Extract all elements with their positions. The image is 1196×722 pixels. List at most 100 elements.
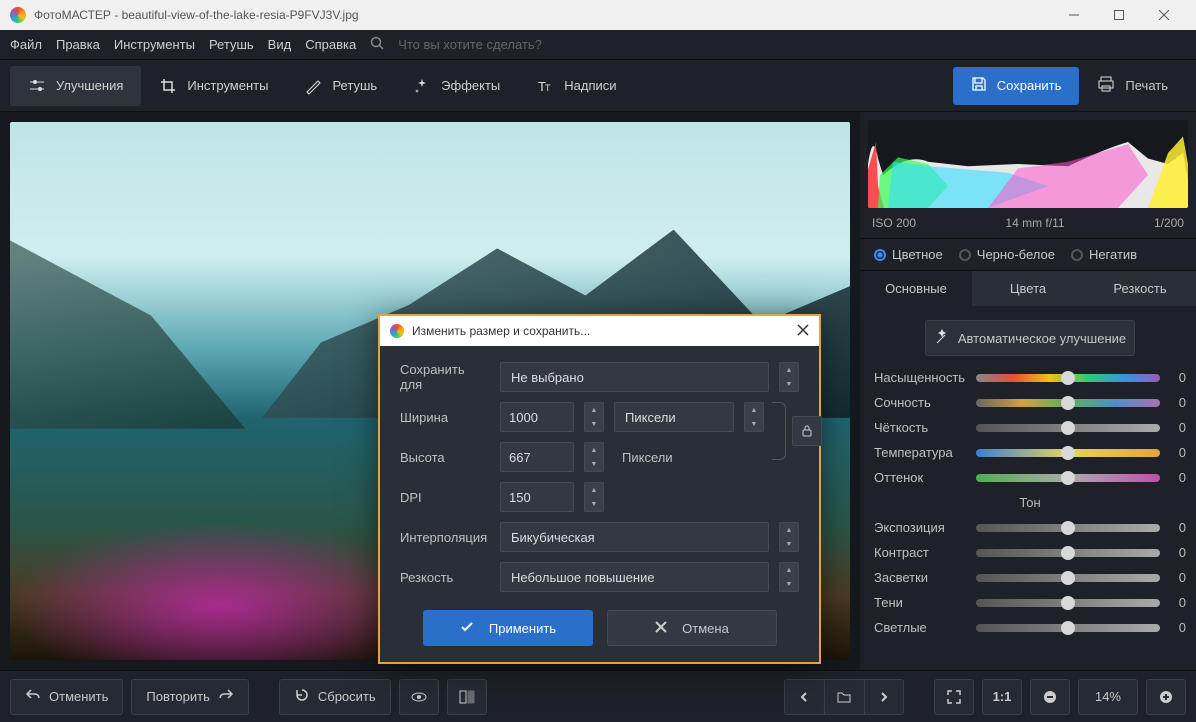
auto-enhance-button[interactable]: Автоматическое улучшение: [925, 320, 1135, 356]
radio-color[interactable]: Цветное: [874, 247, 943, 262]
preview-toggle-button[interactable]: [399, 679, 439, 715]
dpi-label: DPI: [400, 490, 490, 505]
exif-info: ISO 200 14 mm f/11 1/200: [860, 216, 1196, 238]
menu-help[interactable]: Справка: [305, 37, 356, 52]
histogram: [868, 120, 1188, 208]
app-icon: [10, 7, 26, 23]
aspect-lock-button[interactable]: [792, 416, 822, 446]
redo-button[interactable]: Повторить: [131, 679, 248, 715]
tab-enhance[interactable]: Улучшения: [10, 66, 141, 106]
print-label: Печать: [1125, 78, 1168, 93]
dialog-title: Изменить размер и сохранить...: [412, 324, 797, 338]
tab-tools[interactable]: Инструменты: [141, 66, 286, 106]
maximize-button[interactable]: [1096, 0, 1141, 30]
slider-temperature[interactable]: Температура0: [874, 445, 1186, 460]
minimize-button[interactable]: [1051, 0, 1096, 30]
tool-tabs: Улучшения Инструменты Ретушь Эффекты TT …: [0, 60, 1196, 112]
close-button[interactable]: [1141, 0, 1186, 30]
chevron-left-icon: [798, 691, 810, 703]
zoom-in-button[interactable]: [1146, 679, 1186, 715]
radio-negative[interactable]: Негатив: [1071, 247, 1137, 262]
undo-button[interactable]: Отменить: [10, 679, 123, 715]
sharp-select[interactable]: Небольшое повышение: [500, 562, 769, 592]
dpi-input[interactable]: 150: [500, 482, 574, 512]
menu-view[interactable]: Вид: [268, 37, 292, 52]
radio-bw[interactable]: Черно-белое: [959, 247, 1055, 262]
canvas-area: Изменить размер и сохранить... Сохранить…: [0, 112, 860, 670]
menu-tools[interactable]: Инструменты: [114, 37, 195, 52]
plus-icon: [1158, 689, 1174, 705]
svg-text:T: T: [545, 83, 551, 93]
interp-select[interactable]: Бикубическая: [500, 522, 769, 552]
sharp-label: Резкость: [400, 570, 490, 585]
tab-retouch[interactable]: Ретушь: [286, 66, 395, 106]
adjustment-body: Автоматическое улучшение Насыщенность0 С…: [860, 306, 1196, 670]
slider-contrast[interactable]: Контраст0: [874, 545, 1186, 560]
save-icon: [971, 76, 987, 95]
folder-icon: [836, 689, 852, 705]
slider-shadows[interactable]: Тени0: [874, 595, 1186, 610]
dialog-titlebar: Изменить размер и сохранить...: [380, 316, 819, 346]
crop-icon: [159, 77, 177, 95]
sliders-icon: [28, 77, 46, 95]
fit-screen-button[interactable]: [934, 679, 974, 715]
file-nav-group: [784, 679, 904, 715]
sharp-spinner[interactable]: ▲▼: [779, 562, 799, 592]
compare-button[interactable]: [447, 679, 487, 715]
width-unit-select[interactable]: Пиксели: [614, 402, 734, 432]
slider-saturation[interactable]: Насыщенность0: [874, 370, 1186, 385]
tab-effects-label: Эффекты: [441, 78, 500, 93]
redo-icon: [218, 687, 234, 706]
adj-tab-basic[interactable]: Основные: [860, 271, 972, 306]
tab-text[interactable]: TT Надписи: [518, 66, 634, 106]
menu-file[interactable]: Файл: [10, 37, 42, 52]
save-button[interactable]: Сохранить: [953, 67, 1080, 105]
save-for-select[interactable]: Не выбрано: [500, 362, 769, 392]
prev-file-button[interactable]: [784, 679, 824, 715]
save-for-spinner[interactable]: ▲▼: [779, 362, 799, 392]
slider-clarity[interactable]: Чёткость0: [874, 420, 1186, 435]
exif-shutter: 1/200: [1154, 216, 1184, 230]
actual-size-button[interactable]: 1:1: [982, 679, 1022, 715]
interp-spinner[interactable]: ▲▼: [779, 522, 799, 552]
search-icon[interactable]: [370, 36, 384, 53]
height-spinner[interactable]: ▲▼: [584, 442, 604, 472]
brush-icon: [304, 77, 322, 95]
window-title: ФотоМАСТЕР - beautiful-view-of-the-lake-…: [34, 8, 1051, 22]
eye-icon: [410, 688, 428, 706]
slider-highlights[interactable]: Засветки0: [874, 570, 1186, 585]
width-input[interactable]: 1000: [500, 402, 574, 432]
save-label: Сохранить: [997, 78, 1062, 93]
exif-lens: 14 mm f/11: [1005, 216, 1064, 230]
slider-whites[interactable]: Светлые0: [874, 620, 1186, 635]
open-folder-button[interactable]: [824, 679, 864, 715]
height-input[interactable]: 667: [500, 442, 574, 472]
cancel-button[interactable]: Отмена: [607, 610, 777, 646]
apply-button[interactable]: Применить: [423, 610, 593, 646]
wand-icon: [934, 329, 950, 348]
menu-edit[interactable]: Правка: [56, 37, 100, 52]
dpi-spinner[interactable]: ▲▼: [584, 482, 604, 512]
menubar: Файл Правка Инструменты Ретушь Вид Справ…: [0, 30, 1196, 60]
print-button[interactable]: Печать: [1079, 67, 1186, 105]
adj-tab-sharp[interactable]: Резкость: [1084, 271, 1196, 306]
width-unit-spinner[interactable]: ▲▼: [744, 402, 764, 432]
resize-dialog: Изменить размер и сохранить... Сохранить…: [378, 314, 821, 664]
height-unit-label: Пиксели: [614, 450, 681, 465]
slider-exposure[interactable]: Экспозиция0: [874, 520, 1186, 535]
print-icon: [1097, 75, 1115, 96]
search-input[interactable]: Что вы хотите сделать?: [398, 37, 542, 52]
height-label: Высота: [400, 450, 490, 465]
next-file-button[interactable]: [864, 679, 904, 715]
slider-tint[interactable]: Оттенок0: [874, 470, 1186, 485]
tab-effects[interactable]: Эффекты: [395, 66, 518, 106]
zoom-out-button[interactable]: [1030, 679, 1070, 715]
adjustment-tabs: Основные Цвета Резкость: [860, 271, 1196, 306]
menu-retouch[interactable]: Ретушь: [209, 37, 254, 52]
reset-button[interactable]: Сбросить: [279, 679, 391, 715]
slider-vibrance[interactable]: Сочность0: [874, 395, 1186, 410]
compare-icon: [458, 688, 476, 706]
adj-tab-colors[interactable]: Цвета: [972, 271, 1084, 306]
dialog-close-button[interactable]: [797, 324, 809, 339]
width-spinner[interactable]: ▲▼: [584, 402, 604, 432]
